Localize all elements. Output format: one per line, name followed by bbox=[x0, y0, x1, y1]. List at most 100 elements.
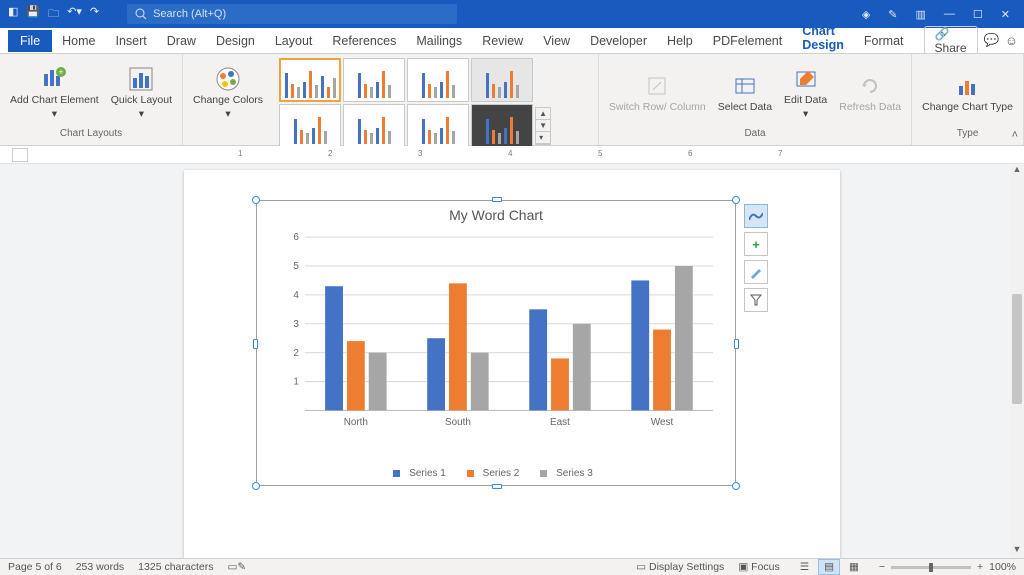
tab-insert[interactable]: Insert bbox=[106, 34, 157, 48]
ribbon: + Add Chart Element▾ Quick Layout▾ Chart… bbox=[0, 54, 1024, 146]
redo-icon[interactable]: ↷ bbox=[90, 5, 99, 24]
change-colors-button[interactable]: Change Colors▾ bbox=[189, 63, 267, 122]
svg-text:North: North bbox=[344, 417, 368, 428]
chart-float-buttons: + bbox=[744, 204, 768, 312]
tab-references[interactable]: References bbox=[322, 34, 406, 48]
diamond-icon[interactable]: ◈ bbox=[862, 8, 870, 21]
page-indicator[interactable]: Page 5 of 6 bbox=[8, 561, 62, 573]
resize-handle[interactable] bbox=[492, 484, 502, 489]
view-buttons: ☰ ▤ ▦ bbox=[794, 561, 865, 573]
svg-text:1: 1 bbox=[293, 376, 299, 387]
display-settings[interactable]: ▭ Display Settings bbox=[636, 561, 724, 573]
pen-icon[interactable]: ✎ bbox=[888, 8, 897, 21]
quick-layout-button[interactable]: Quick Layout▾ bbox=[107, 63, 176, 122]
svg-text:4: 4 bbox=[293, 290, 299, 301]
chart-legend[interactable]: Series 1 Series 2 Series 3 bbox=[257, 468, 735, 479]
zoom-control[interactable]: − + 100% bbox=[879, 561, 1016, 573]
tab-home[interactable]: Home bbox=[52, 34, 105, 48]
page[interactable]: My Word Chart 123456NorthSouthEastWest S… bbox=[184, 170, 840, 558]
svg-text:2: 2 bbox=[293, 348, 299, 359]
view-read-icon[interactable]: ☰ bbox=[794, 559, 815, 575]
chart-style-7[interactable] bbox=[407, 104, 469, 148]
svg-text:East: East bbox=[550, 417, 570, 428]
undo-icon[interactable]: ↶▾ bbox=[67, 5, 82, 24]
vertical-scrollbar[interactable]: ▲ ▼ bbox=[1010, 164, 1024, 558]
tab-mailings[interactable]: Mailings bbox=[406, 34, 472, 48]
chart-layout-options-icon[interactable] bbox=[744, 204, 768, 228]
save-icon[interactable]: 💾 bbox=[26, 5, 40, 24]
ruler-corner[interactable] bbox=[12, 148, 28, 162]
search-placeholder: Search (Alt+Q) bbox=[153, 8, 226, 20]
chart-styles-icon[interactable] bbox=[744, 260, 768, 284]
quick-access-toolbar: ◧ 💾 🗀 ↶▾ ↷ bbox=[0, 5, 107, 24]
chart-filters-icon[interactable] bbox=[744, 288, 768, 312]
scroll-thumb[interactable] bbox=[1012, 294, 1022, 404]
gallery-scroll[interactable]: ▲▼▾ bbox=[535, 107, 551, 145]
chart-title[interactable]: My Word Chart bbox=[257, 201, 735, 223]
resize-handle[interactable] bbox=[734, 339, 739, 349]
tab-chart-design[interactable]: Chart Design bbox=[792, 24, 854, 57]
tab-pdfelement[interactable]: PDFelement bbox=[703, 34, 792, 48]
tab-layout[interactable]: Layout bbox=[265, 34, 323, 48]
autosave-icon[interactable]: ◧ bbox=[8, 5, 18, 24]
tab-view[interactable]: View bbox=[533, 34, 580, 48]
chart-plot-area[interactable]: 123456NorthSouthEastWest bbox=[285, 233, 721, 429]
resize-handle[interactable] bbox=[732, 196, 740, 204]
add-chart-element-button[interactable]: + Add Chart Element▾ bbox=[6, 63, 103, 122]
change-chart-type-button[interactable]: Change Chart Type bbox=[918, 70, 1017, 116]
tab-review[interactable]: Review bbox=[472, 34, 533, 48]
chart-style-4[interactable] bbox=[471, 58, 533, 102]
tab-developer[interactable]: Developer bbox=[580, 34, 657, 48]
zoom-level[interactable]: 100% bbox=[989, 561, 1016, 573]
focus-mode[interactable]: ▣ Focus bbox=[738, 561, 779, 573]
select-data-button[interactable]: Select Data bbox=[714, 70, 776, 116]
zoom-out-icon[interactable]: − bbox=[879, 561, 885, 573]
ruler-track[interactable]: 1 2 3 4 5 6 7 bbox=[168, 148, 1024, 162]
view-print-icon[interactable]: ▤ bbox=[818, 559, 840, 575]
zoom-in-icon[interactable]: + bbox=[977, 561, 983, 573]
resize-handle[interactable] bbox=[252, 196, 260, 204]
close-icon[interactable]: ✕ bbox=[1001, 8, 1010, 21]
feedback-icon[interactable]: ☺ bbox=[1005, 34, 1018, 48]
group-change-colors: Change Colors▾ bbox=[183, 54, 273, 145]
resize-handle[interactable] bbox=[253, 339, 258, 349]
tab-help[interactable]: Help bbox=[657, 34, 703, 48]
chart-style-2[interactable] bbox=[343, 58, 405, 102]
switch-row-column-button: Switch Row/ Column bbox=[605, 70, 710, 116]
word-count[interactable]: 253 words bbox=[76, 561, 124, 573]
view-web-icon[interactable]: ▦ bbox=[843, 559, 865, 575]
status-bar: Page 5 of 6 253 words 1325 characters ▭✎… bbox=[0, 558, 1024, 575]
menu-tabs: File Home Insert Draw Design Layout Refe… bbox=[0, 28, 1024, 54]
tab-design[interactable]: Design bbox=[206, 34, 265, 48]
resize-handle[interactable] bbox=[252, 482, 260, 490]
search-box[interactable]: Search (Alt+Q) bbox=[127, 4, 457, 24]
scroll-down-icon[interactable]: ▼ bbox=[1010, 544, 1024, 558]
chart-style-1[interactable] bbox=[279, 58, 341, 102]
folder-icon[interactable]: 🗀 bbox=[48, 5, 59, 24]
chart-style-3[interactable] bbox=[407, 58, 469, 102]
resize-handle[interactable] bbox=[732, 482, 740, 490]
scroll-up-icon[interactable]: ▲ bbox=[1010, 164, 1024, 178]
chart-styles-gallery[interactable]: ▲▼▾ bbox=[279, 58, 592, 148]
char-count[interactable]: 1325 characters bbox=[138, 561, 213, 573]
collapse-ribbon-icon[interactable]: ˄ bbox=[1012, 129, 1018, 141]
spellcheck-icon[interactable]: ▭✎ bbox=[227, 561, 246, 573]
zoom-slider[interactable] bbox=[891, 566, 971, 569]
tab-draw[interactable]: Draw bbox=[157, 34, 206, 48]
share-button[interactable]: 🔗 Share bbox=[924, 26, 978, 56]
maximize-icon[interactable]: ☐ bbox=[973, 8, 983, 21]
chart-object[interactable]: My Word Chart 123456NorthSouthEastWest S… bbox=[256, 200, 736, 486]
tab-format[interactable]: Format bbox=[854, 34, 914, 48]
edit-data-button[interactable]: Edit Data▾ bbox=[780, 63, 831, 122]
document-area: My Word Chart 123456NorthSouthEastWest S… bbox=[0, 164, 1024, 558]
resize-handle[interactable] bbox=[492, 197, 502, 202]
svg-text:3: 3 bbox=[293, 319, 299, 330]
tab-file[interactable]: File bbox=[8, 30, 52, 52]
comments-icon[interactable]: 💬 bbox=[984, 33, 1000, 48]
chart-style-5[interactable] bbox=[279, 104, 341, 148]
chart-style-8[interactable] bbox=[471, 104, 533, 148]
chart-elements-icon[interactable]: + bbox=[744, 232, 768, 256]
chart-style-6[interactable] bbox=[343, 104, 405, 148]
ribbon-display-icon[interactable]: ▥ bbox=[916, 8, 926, 21]
minimize-icon[interactable]: — bbox=[944, 8, 955, 21]
